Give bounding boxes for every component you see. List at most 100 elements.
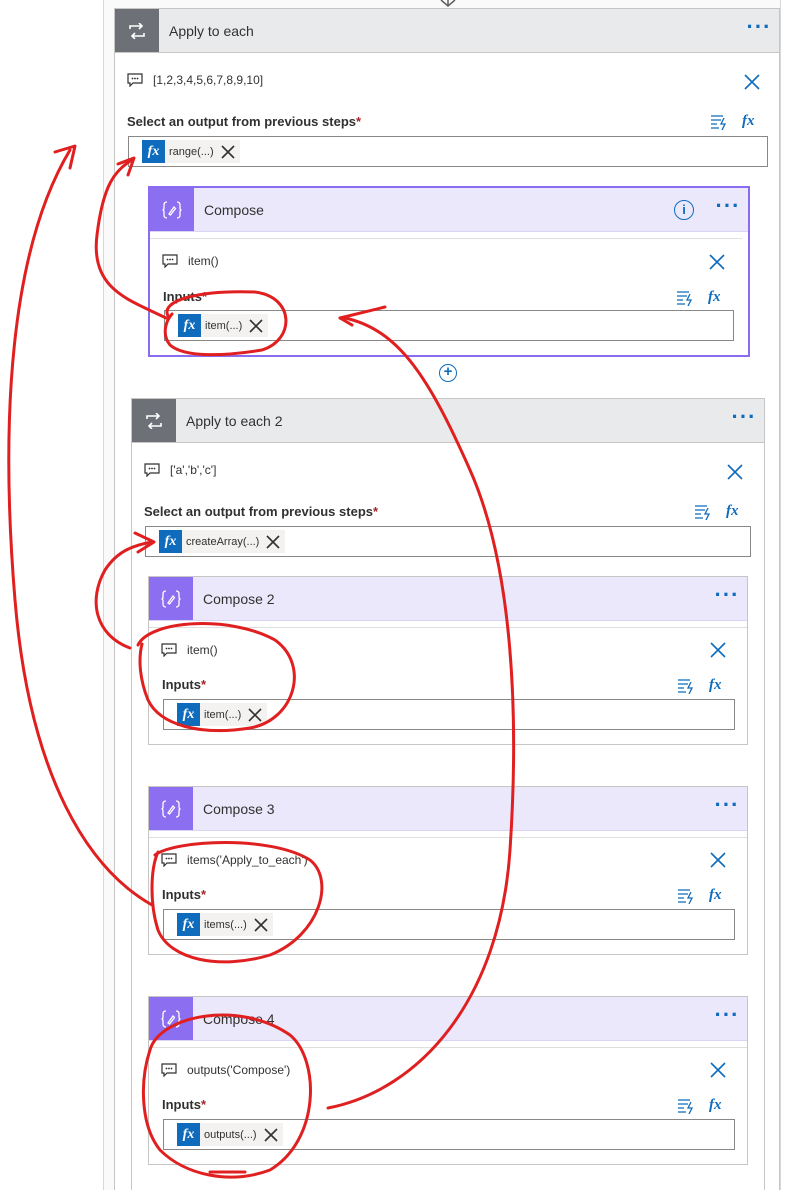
comment-icon: [144, 463, 160, 477]
token-label: createArray(...): [186, 535, 260, 548]
comment-icon: [161, 1063, 177, 1077]
close-icon[interactable]: [709, 641, 727, 659]
fx-icon: fx: [142, 140, 165, 163]
remove-token-icon[interactable]: [263, 1127, 279, 1143]
items-token[interactable]: fx items(...): [177, 913, 273, 936]
dynamic-content-icon[interactable]: [677, 1098, 695, 1114]
remove-token-icon[interactable]: [247, 707, 263, 723]
comment-row[interactable]: item(): [162, 254, 219, 268]
comment-row[interactable]: item(): [161, 643, 218, 657]
compose-icon: [149, 577, 193, 620]
fx-icon: fx: [178, 314, 201, 337]
inputs-field[interactable]: fx item(...): [164, 310, 734, 341]
inputs-field[interactable]: fx item(...): [163, 699, 735, 730]
add-step-button[interactable]: +: [439, 364, 457, 382]
apply-to-each-header[interactable]: Apply to each ···: [115, 9, 779, 53]
comment-row[interactable]: ['a','b','c']: [144, 463, 216, 477]
divider: [150, 238, 742, 239]
range-token[interactable]: fx range(...): [142, 140, 240, 163]
close-icon[interactable]: [708, 253, 726, 271]
more-options-button[interactable]: ···: [707, 1003, 747, 1030]
comment-text: item(): [187, 643, 218, 657]
inputs-label-text: Inputs: [163, 289, 202, 304]
comment-text: ['a','b','c']: [170, 463, 217, 477]
token-label: range(...): [169, 145, 214, 158]
divider: [149, 627, 747, 628]
select-output-field[interactable]: fx range(...): [128, 136, 768, 167]
fx-icon[interactable]: fx: [709, 1097, 722, 1114]
item-token[interactable]: fx item(...): [178, 314, 269, 337]
apply-to-each-title: Apply to each: [169, 22, 254, 39]
compose-3-header[interactable]: Compose 3 ···: [149, 787, 747, 831]
close-icon[interactable]: [743, 73, 761, 91]
comment-row[interactable]: items('Apply_to_each'): [161, 853, 308, 867]
compose-header[interactable]: Compose i ···: [150, 188, 748, 232]
compose-icon: [149, 787, 193, 830]
item-token[interactable]: fx item(...): [177, 703, 268, 726]
more-options-button[interactable]: ···: [708, 194, 748, 221]
remove-token-icon[interactable]: [220, 144, 236, 160]
inputs-field[interactable]: fx items(...): [163, 909, 735, 940]
required-mark: *: [201, 677, 207, 692]
inputs-label-text: Inputs: [162, 677, 201, 692]
divider: [149, 837, 747, 838]
remove-token-icon[interactable]: [253, 917, 269, 933]
remove-token-icon[interactable]: [265, 534, 281, 550]
inputs-field[interactable]: fx outputs(...): [163, 1119, 735, 1150]
more-options-button[interactable]: ···: [707, 583, 747, 610]
token-label: item(...): [204, 708, 242, 721]
compose-2-header[interactable]: Compose 2 ···: [149, 577, 747, 621]
field-tools: fx: [710, 113, 755, 130]
comment-row[interactable]: outputs('Compose'): [161, 1063, 290, 1077]
fx-icon[interactable]: fx: [708, 289, 721, 306]
inputs-label: Inputs*: [162, 1097, 206, 1112]
info-icon[interactable]: i: [674, 199, 694, 220]
close-icon[interactable]: [726, 463, 744, 481]
divider: [149, 1047, 747, 1048]
fx-icon[interactable]: fx: [726, 503, 739, 520]
fx-icon: fx: [177, 703, 200, 726]
apply-to-each-2-header[interactable]: Apply to each 2 ···: [132, 399, 764, 443]
remove-token-icon[interactable]: [248, 318, 264, 334]
fx-icon[interactable]: fx: [709, 887, 722, 904]
inputs-label: Inputs*: [162, 677, 206, 692]
field-tools: fx: [677, 1097, 722, 1114]
dynamic-content-icon[interactable]: [676, 290, 694, 306]
comment-row[interactable]: [1,2,3,4,5,6,7,8,9,10]: [127, 73, 263, 87]
fx-icon: fx: [159, 530, 182, 553]
compose-title: Compose: [204, 201, 264, 218]
compose-4-header[interactable]: Compose 4 ···: [149, 997, 747, 1041]
dynamic-content-icon[interactable]: [694, 504, 712, 520]
loop-icon: [132, 399, 176, 442]
fx-icon[interactable]: fx: [709, 677, 722, 694]
outputs-token[interactable]: fx outputs(...): [177, 1123, 283, 1146]
select-output-field[interactable]: fx createArray(...): [145, 526, 751, 557]
createarray-token[interactable]: fx createArray(...): [159, 530, 286, 553]
comment-text: items('Apply_to_each'): [187, 853, 308, 867]
compose-card: Compose i ··· item() Inputs* fx fx item(…: [148, 186, 750, 357]
compose-2-title: Compose 2: [203, 590, 275, 607]
more-options-button[interactable]: ···: [724, 405, 764, 432]
compose-3-title: Compose 3: [203, 800, 275, 817]
dynamic-content-icon[interactable]: [710, 114, 728, 130]
close-icon[interactable]: [709, 1061, 727, 1079]
dynamic-content-icon[interactable]: [677, 888, 695, 904]
field-tools: fx: [677, 677, 722, 694]
comment-text: item(): [188, 254, 219, 268]
select-output-label-text: Select an output from previous steps: [144, 504, 373, 519]
fx-icon[interactable]: fx: [742, 113, 755, 130]
required-mark: *: [356, 114, 362, 129]
more-options-button[interactable]: ···: [739, 15, 779, 42]
select-output-label: Select an output from previous steps*: [127, 114, 361, 129]
close-icon[interactable]: [709, 851, 727, 869]
required-mark: *: [201, 887, 207, 902]
compose-icon: [149, 997, 193, 1040]
compose-icon: [150, 188, 194, 231]
inputs-label: Inputs*: [163, 289, 207, 304]
dynamic-content-icon[interactable]: [677, 678, 695, 694]
comment-text: [1,2,3,4,5,6,7,8,9,10]: [153, 73, 264, 87]
comment-icon: [127, 73, 143, 87]
more-options-button[interactable]: ···: [707, 793, 747, 820]
comment-icon: [161, 853, 177, 867]
compose-4-title: Compose 4: [203, 1010, 275, 1027]
